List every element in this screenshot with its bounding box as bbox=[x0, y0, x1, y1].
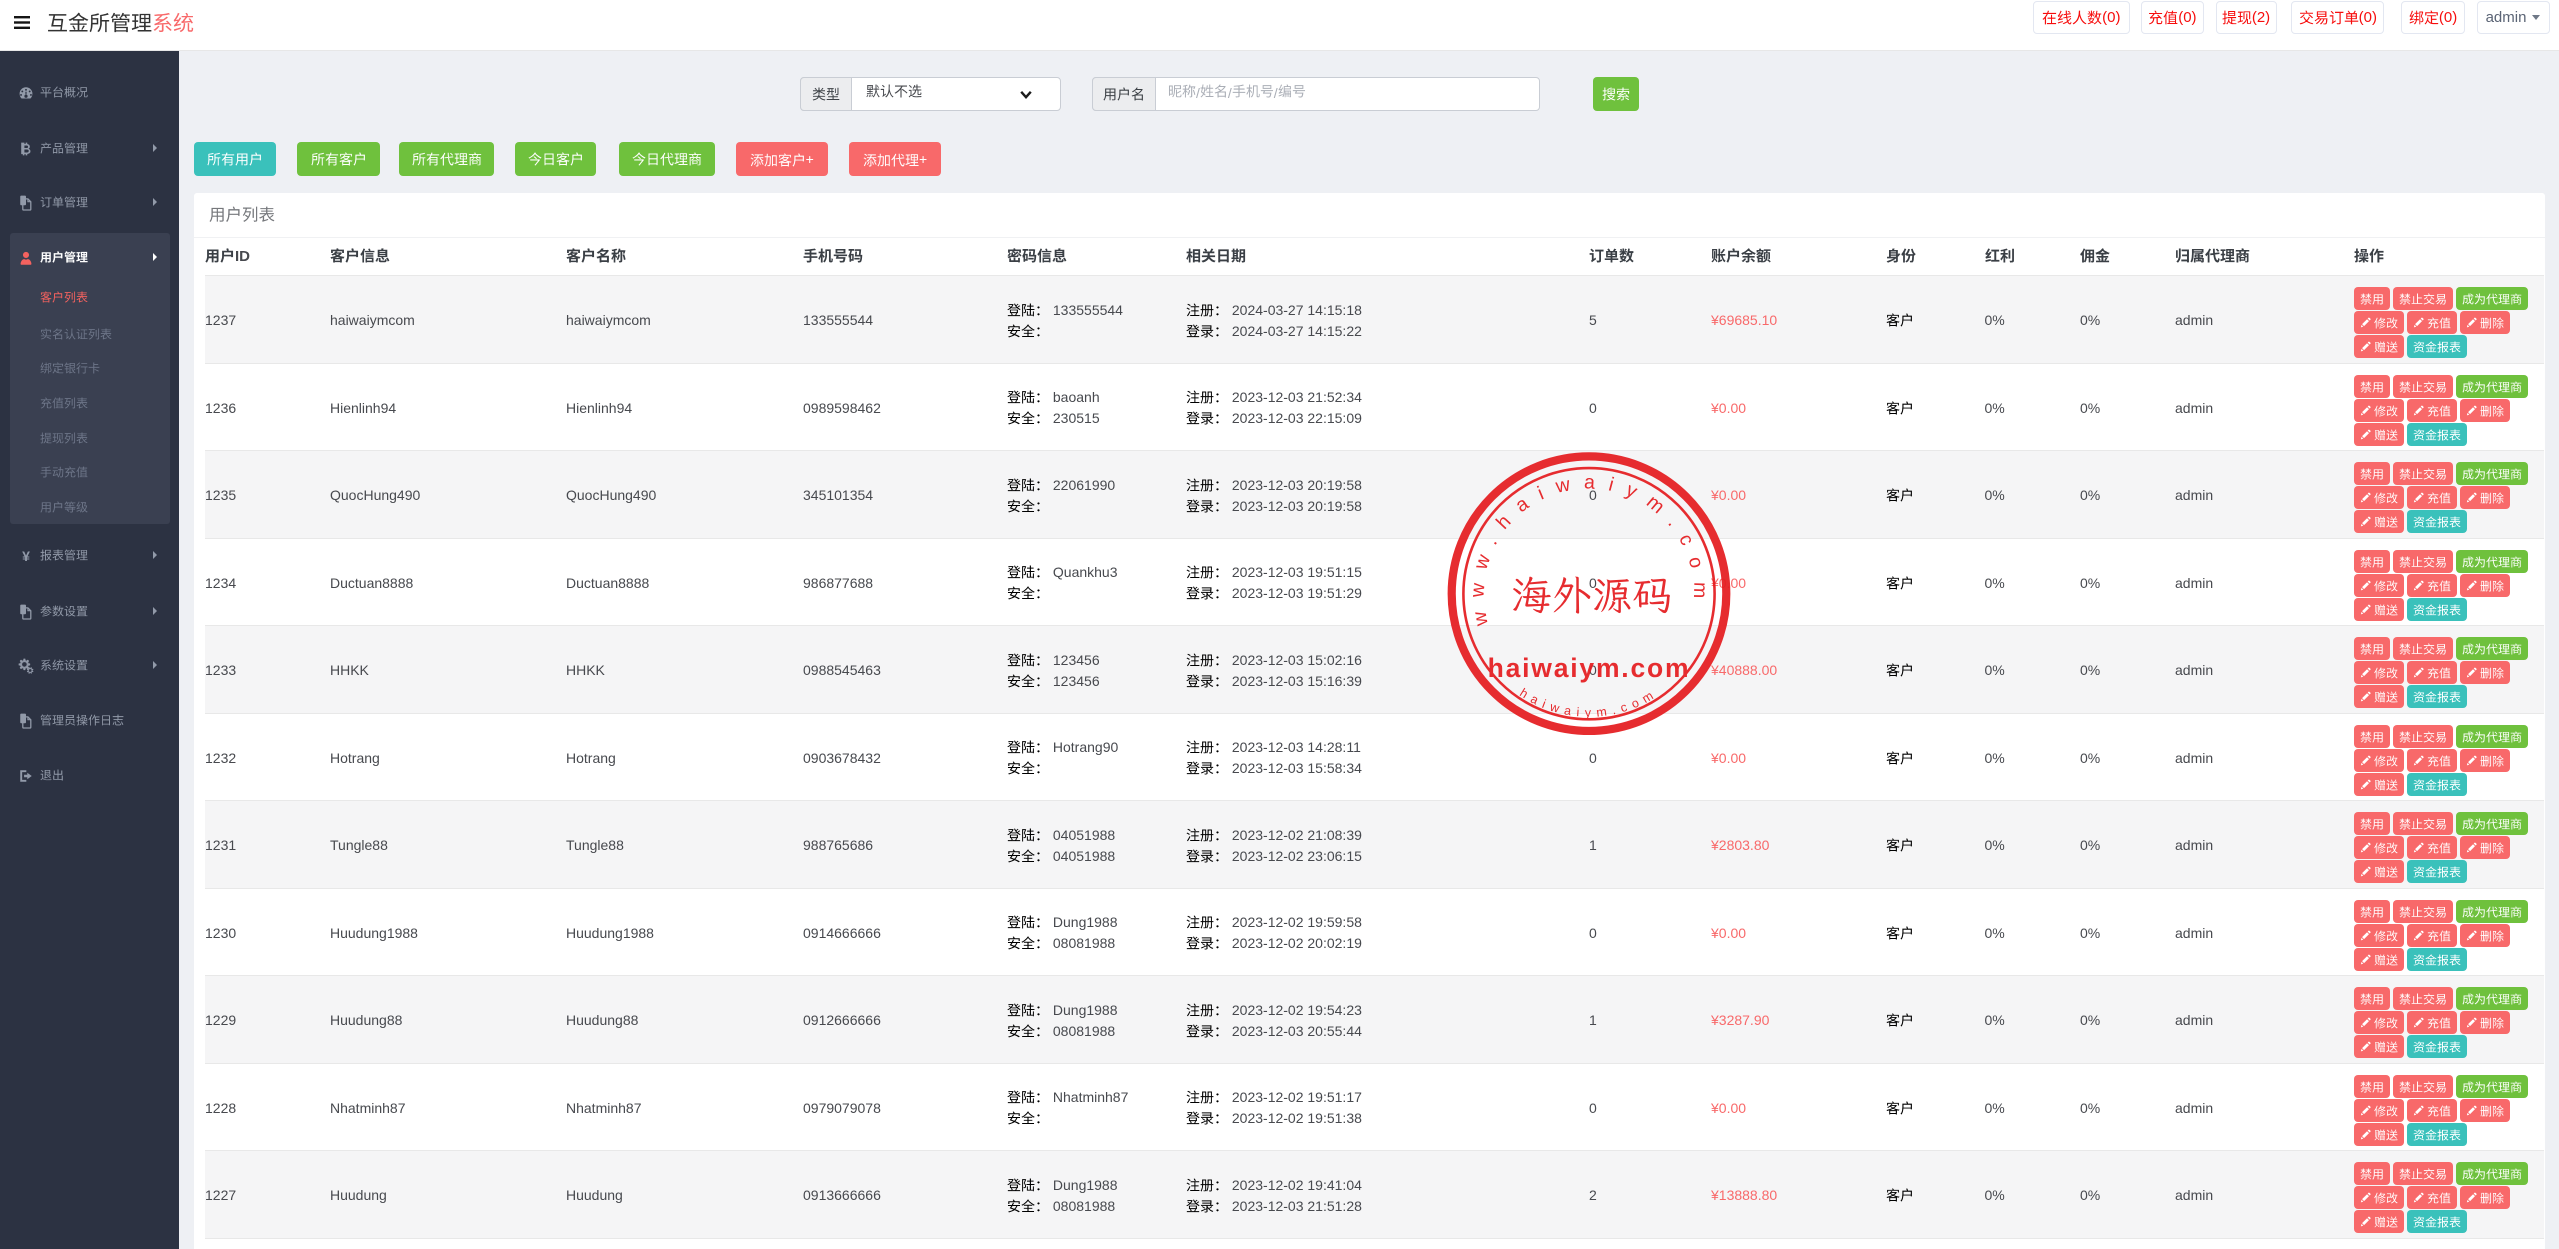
svg-text:www.haiwaiym.com: www.haiwaiym.com bbox=[1466, 471, 1711, 628]
svg-text:haiwaiym.com: haiwaiym.com bbox=[1487, 653, 1690, 683]
svg-text:haiwaiym.com: haiwaiym.com bbox=[1517, 686, 1661, 720]
svg-text:¥: ¥ bbox=[22, 548, 30, 564]
